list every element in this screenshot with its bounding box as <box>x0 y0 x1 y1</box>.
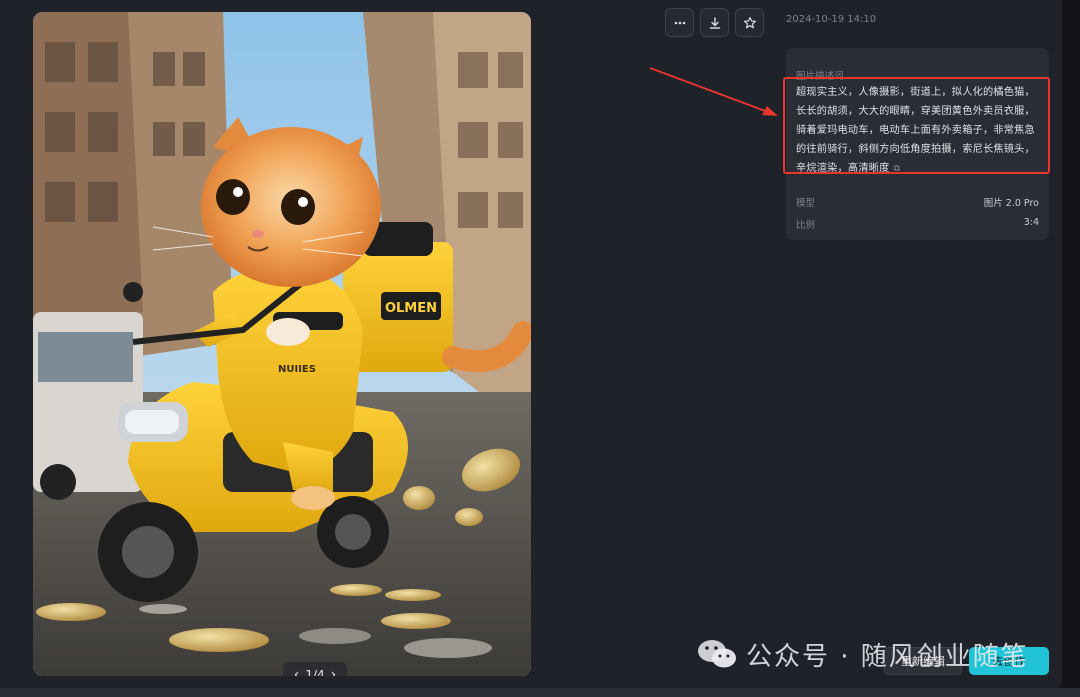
star-icon <box>743 16 756 28</box>
wechat-logo-icon <box>698 640 736 668</box>
annotation-highlight-box <box>783 77 1050 174</box>
generated-image-viewer[interactable]: OLMEN NUIIES ‹ 1/4 › <box>33 12 531 676</box>
pager-text: 1/4 <box>305 667 325 677</box>
window-bottom-edge <box>0 688 1080 697</box>
prev-image-button[interactable]: ‹ <box>294 668 300 677</box>
next-image-button[interactable]: › <box>331 668 337 677</box>
ratio-value: 3:4 <box>1023 217 1039 228</box>
ratio-label: 比例 <box>796 220 816 231</box>
created-timestamp: 2024-10-19 14:10 <box>786 14 877 25</box>
ratio-row: 比例 3:4 <box>796 217 1039 231</box>
annotation-arrow-icon <box>649 67 778 116</box>
watermark-text: 公众号 · 随风创业随笔 <box>746 641 1029 672</box>
more-horizontal-icon <box>674 21 685 24</box>
image-pager: ‹ 1/4 › <box>283 662 347 676</box>
watermark: 公众号 · 随风创业随笔 <box>696 634 1029 674</box>
download-icon <box>709 16 720 29</box>
generated-image: OLMEN NUIIES <box>33 12 531 676</box>
backpack-logo-text: OLMEN <box>385 301 437 316</box>
favorite-button[interactable] <box>735 8 764 37</box>
model-value: 图片 2.0 Pro <box>983 198 1039 209</box>
suit-badge-text: NUIIES <box>278 364 316 375</box>
model-row: 模型 图片 2.0 Pro <box>796 195 1039 209</box>
window-edge <box>1062 0 1080 697</box>
model-label: 模型 <box>796 198 816 209</box>
more-options-button[interactable] <box>665 8 694 37</box>
download-button[interactable] <box>700 8 729 37</box>
